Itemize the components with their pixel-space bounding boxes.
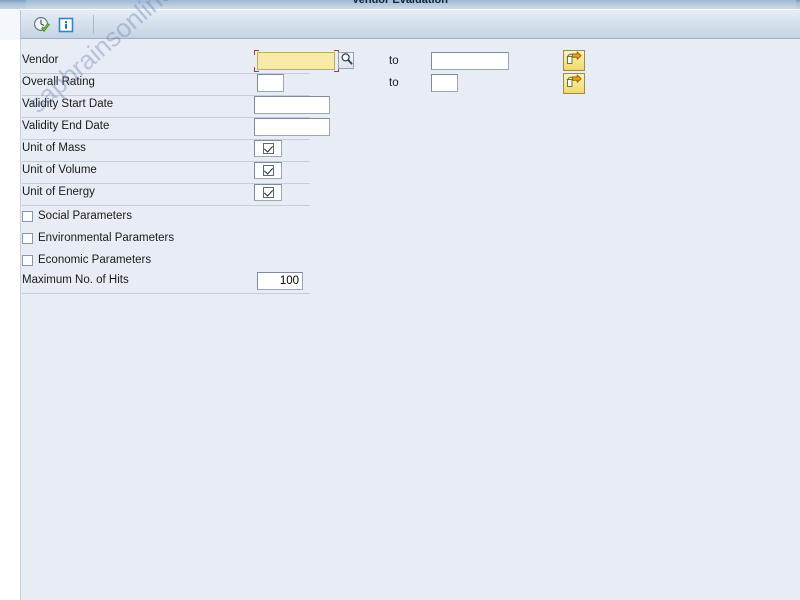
range-label-vendor: to <box>389 55 399 67</box>
left-chrome-edge <box>0 10 21 600</box>
checkbox-icon <box>22 254 33 266</box>
range-label-overall-rating: to <box>389 77 399 89</box>
information-button[interactable] <box>55 14 76 35</box>
label-unit-of-energy: Unit of Energy <box>22 186 95 198</box>
arrow-right-box-icon <box>566 74 582 94</box>
unit-of-energy-checkbox[interactable] <box>254 184 282 201</box>
checkbox-icon <box>22 210 33 222</box>
toolbar-separator <box>93 15 94 34</box>
label-maximum-hits: Maximum No. of Hits <box>22 274 129 286</box>
checkmark-icon <box>262 143 274 154</box>
social-parameters-checkbox[interactable]: Social Parameters <box>22 207 132 225</box>
vendor-low-input[interactable] <box>257 52 335 70</box>
overall-rating-multiple-selection-button[interactable] <box>563 73 585 94</box>
arrow-right-box-icon <box>566 51 582 71</box>
execute-clock-check-icon <box>33 16 51 34</box>
label-validity-end-date: Validity End Date <box>22 120 110 132</box>
social-parameters-label: Social Parameters <box>38 210 132 222</box>
execute-button[interactable] <box>31 14 52 35</box>
application-toolbar <box>21 10 800 39</box>
maximum-hits-input[interactable] <box>257 272 303 290</box>
vendor-high-input[interactable] <box>431 52 509 70</box>
selection-screen: Vendor to Overall Rating to Validity Sta… <box>22 40 800 600</box>
window-title: Vendor Evaluation <box>352 0 448 6</box>
label-unit-of-volume: Unit of Volume <box>22 164 97 176</box>
label-overall-rating: Overall Rating <box>22 76 95 88</box>
checkmark-icon <box>262 187 274 198</box>
validity-start-date-input[interactable] <box>254 96 330 114</box>
row-rule-unit-of-energy <box>22 205 310 206</box>
environmental-parameters-label: Environmental Parameters <box>38 232 175 244</box>
economic-parameters-label: Economic Parameters <box>38 254 152 266</box>
checkmark-icon <box>262 165 274 176</box>
unit-of-mass-checkbox[interactable] <box>254 140 282 157</box>
economic-parameters-checkbox[interactable]: Economic Parameters <box>22 251 151 269</box>
overall-rating-high-input[interactable] <box>431 74 458 92</box>
unit-of-volume-checkbox[interactable] <box>254 162 282 179</box>
magnifier-icon <box>340 52 353 70</box>
environmental-parameters-checkbox[interactable]: Environmental Parameters <box>22 229 174 247</box>
label-validity-start-date: Validity Start Date <box>22 98 114 110</box>
vendor-search-help-button[interactable] <box>338 52 354 69</box>
vendor-multiple-selection-button[interactable] <box>563 50 585 71</box>
row-rule-maximum-hits <box>22 293 310 294</box>
checkbox-icon <box>22 232 33 244</box>
window-title-bar: Vendor Evaluation <box>0 0 800 10</box>
information-icon <box>58 17 74 33</box>
validity-end-date-input[interactable] <box>254 118 330 136</box>
overall-rating-low-input[interactable] <box>257 74 284 92</box>
label-vendor: Vendor <box>22 54 59 66</box>
left-chrome-edge-toolbar <box>0 10 21 40</box>
label-unit-of-mass: Unit of Mass <box>22 142 86 154</box>
